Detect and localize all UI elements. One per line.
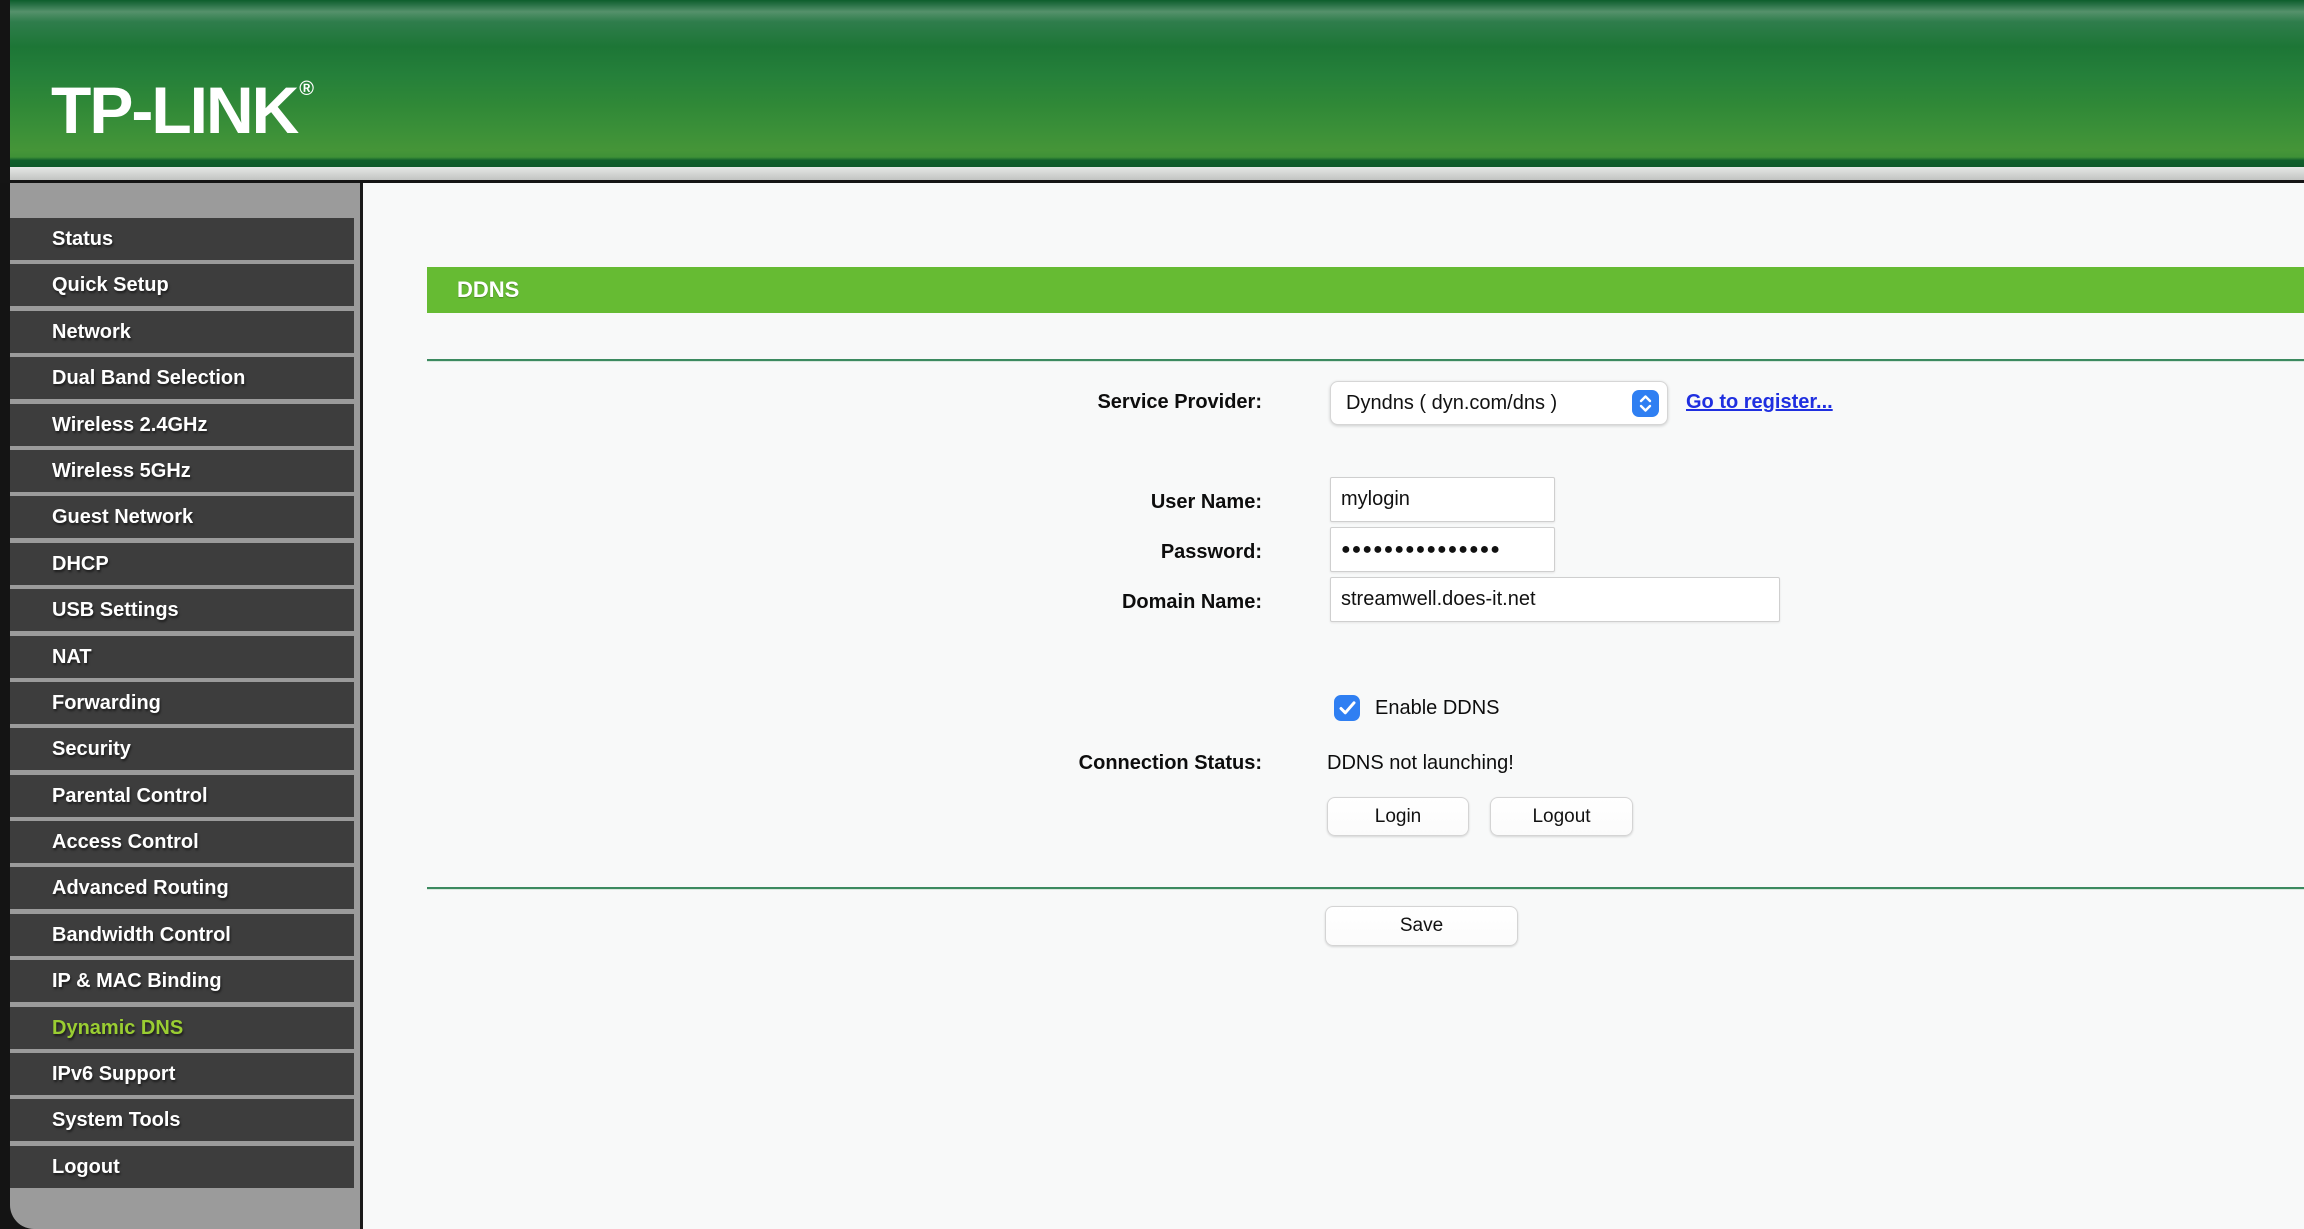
sidebar-item-system-tools[interactable]: System Tools [10, 1099, 354, 1142]
sidebar-item-nat[interactable]: NAT [10, 635, 354, 678]
page-title: DDNS [457, 277, 520, 302]
sidebar-item-parental-control[interactable]: Parental Control [10, 774, 354, 817]
password-input[interactable] [1330, 527, 1555, 572]
sidebar-item-label: System Tools [52, 1109, 181, 1132]
main-content: DDNS Service Provider: Dyndns ( dyn.com/… [363, 183, 2304, 1229]
header-divider-strip [10, 167, 2304, 180]
sidebar-item-ip-mac-binding[interactable]: IP & MAC Binding [10, 960, 354, 1003]
router-admin-screen: TP-LINK ® Status Quick Setup Network Dual Ba… [0, 0, 2304, 1229]
sidebar-item-label: Wireless 5GHz [52, 459, 191, 482]
domain-name-label: Domain Name: [1121, 591, 1262, 613]
save-button[interactable]: Save [1325, 906, 1518, 946]
sidebar-item-dynamic-dns[interactable]: Dynamic DNS [10, 1006, 354, 1049]
domain-name-input[interactable] [1330, 577, 1780, 622]
sidebar-item-label: IPv6 Support [52, 1063, 176, 1086]
sidebar-item-label: DHCP [52, 552, 109, 575]
sidebar-item-label: Guest Network [52, 506, 194, 529]
checkmark-icon [1339, 701, 1355, 715]
sidebar-item-label: Forwarding [52, 691, 161, 714]
registered-mark: ® [299, 78, 315, 100]
sidebar-item-network[interactable]: Network [10, 310, 354, 353]
sidebar-item-label: Advanced Routing [52, 877, 229, 900]
sidebar-item-label: Network [52, 320, 131, 343]
sidebar-item-label: IP & MAC Binding [52, 970, 222, 993]
sidebar-item-label: Dual Band Selection [52, 367, 246, 390]
sidebar-item-label: Logout [52, 1155, 120, 1178]
sidebar-item-label: Quick Setup [52, 274, 169, 297]
sidebar-item-security[interactable]: Security [10, 728, 354, 771]
sidebar-item-label: Status [52, 228, 114, 250]
sidebar-item-label: Dynamic DNS [52, 1016, 184, 1039]
connection-status-value: DDNS not launching! [1327, 752, 1514, 774]
sidebar-item-advanced-routing[interactable]: Advanced Routing [10, 867, 354, 910]
sidebar-item-label: Wireless 2.4GHz [52, 413, 208, 436]
tplink-logo: TP-LINK ® [51, 56, 314, 143]
sidebar-menu: Status Quick Setup Network Dual Band Select… [10, 183, 363, 1229]
sidebar-item-guest-network[interactable]: Guest Network [10, 496, 354, 539]
sidebar-item-label: Bandwidth Control [52, 923, 231, 946]
sidebar-item-bandwidth-control[interactable]: Bandwidth Control [10, 913, 354, 956]
sidebar-item-logout[interactable]: Logout [10, 1145, 354, 1188]
sidebar-item-label: Access Control [52, 831, 199, 854]
user-name-label: User Name: [1150, 491, 1262, 513]
sidebar-item-quick-setup[interactable]: Quick Setup [10, 264, 354, 307]
user-name-input[interactable] [1330, 477, 1555, 522]
service-provider-selected-value: Dyndns ( dyn.com/dns ) [1346, 391, 1558, 414]
sidebar-item-label: USB Settings [52, 599, 179, 622]
login-button[interactable]: Login [1327, 797, 1469, 836]
sidebar-item-label: NAT [52, 645, 92, 668]
sidebar-item-access-control[interactable]: Access Control [10, 821, 354, 864]
service-provider-label: Service Provider: [1097, 391, 1262, 413]
service-provider-select[interactable]: Dyndns ( dyn.com/dns ) [1330, 381, 1668, 425]
sidebar-item-dual-band-selection[interactable]: Dual Band Selection [10, 357, 354, 400]
enable-ddns-checkbox[interactable] [1334, 695, 1360, 721]
page-title-bar: DDNS [427, 267, 2304, 313]
brand-header: TP-LINK ® [10, 0, 2304, 167]
tplink-logo-text: TP-LINK [51, 73, 299, 147]
sidebar-item-usb-settings[interactable]: USB Settings [10, 589, 354, 632]
sidebar-item-wireless-5ghz[interactable]: Wireless 5GHz [10, 449, 354, 492]
sidebar-item-forwarding[interactable]: Forwarding [10, 681, 354, 724]
connection-status-label: Connection Status: [1078, 752, 1262, 774]
left-edge-strip [0, 0, 10, 1229]
section-divider-top [427, 359, 2304, 362]
enable-ddns-label[interactable]: Enable DDNS [1375, 695, 1500, 721]
go-to-register-link[interactable]: Go to register... [1686, 389, 1833, 415]
sidebar-item-wireless-24ghz[interactable]: Wireless 2.4GHz [10, 403, 354, 446]
sidebar-item-label: Security [52, 738, 131, 761]
select-chevrons-icon [1632, 389, 1659, 417]
section-divider-bottom [427, 887, 2304, 890]
sidebar-item-label: Parental Control [52, 784, 208, 807]
sidebar-item-status[interactable]: Status [10, 218, 354, 260]
sidebar-item-ipv6-support[interactable]: IPv6 Support [10, 1053, 354, 1096]
sidebar-item-dhcp[interactable]: DHCP [10, 542, 354, 585]
logout-button[interactable]: Logout [1490, 797, 1633, 836]
password-label: Password: [1160, 541, 1262, 563]
